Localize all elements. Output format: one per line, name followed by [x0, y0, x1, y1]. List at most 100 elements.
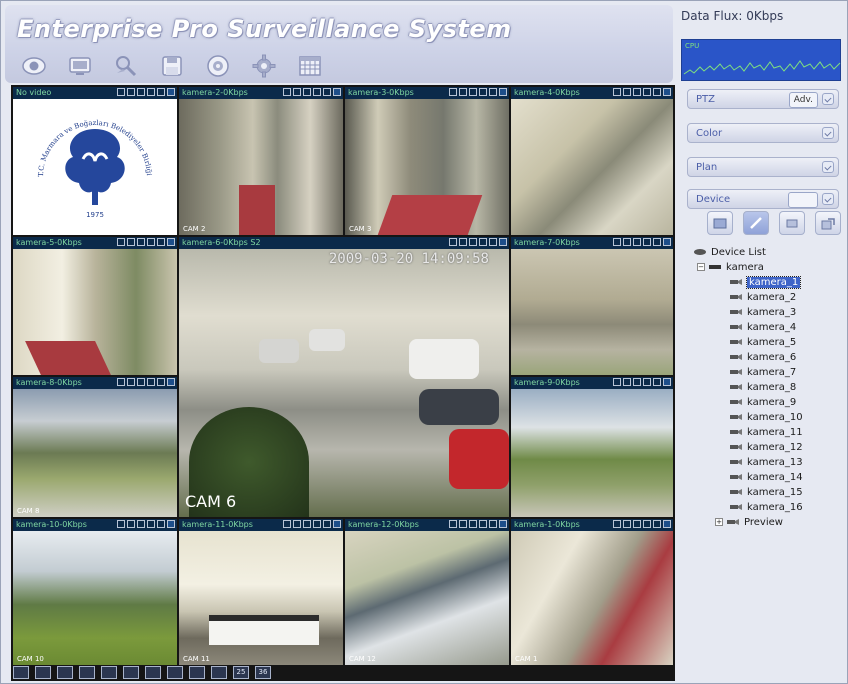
camera-icon	[730, 279, 742, 285]
layout-6-button[interactable]	[101, 666, 117, 679]
cell-title: kamera-2-0Kbps	[182, 88, 248, 97]
tree-item-camera[interactable]: kamera_1	[693, 275, 841, 290]
layout-10-button[interactable]	[167, 666, 183, 679]
search-icon[interactable]	[788, 192, 818, 208]
camera-icon	[727, 519, 739, 525]
record-button[interactable]	[203, 51, 233, 81]
cell-title: No video	[16, 88, 52, 97]
device-list-button[interactable]	[779, 211, 805, 235]
layout-9-button[interactable]	[145, 666, 161, 679]
tree-item-camera[interactable]: kamera_16	[693, 500, 841, 515]
live-view-button[interactable]	[19, 51, 49, 81]
tree-preview[interactable]: + Preview	[693, 515, 841, 530]
tree-item-camera[interactable]: kamera_12	[693, 440, 841, 455]
tree-item-camera[interactable]: kamera_15	[693, 485, 841, 500]
tree-item-camera[interactable]: kamera_6	[693, 350, 841, 365]
cell-title: kamera-4-0Kbps	[514, 88, 580, 97]
layout-25-button[interactable]: 25	[233, 666, 249, 679]
video-cell-4[interactable]: kamera-4-0Kbps	[511, 87, 673, 235]
video-cell-5[interactable]: kamera-5-0Kbps	[13, 237, 177, 375]
fit-button[interactable]	[35, 666, 51, 679]
camera-label: kamera_15	[747, 487, 803, 498]
chevron-up-icon[interactable]	[822, 193, 834, 205]
collapse-icon[interactable]: −	[697, 263, 705, 271]
tree-item-camera[interactable]: kamera_9	[693, 395, 841, 410]
camera-feed	[179, 531, 343, 665]
adv-button[interactable]: Adv.	[788, 92, 818, 108]
camera-feed	[13, 249, 177, 375]
close-icon[interactable]	[167, 520, 175, 528]
video-cell-2[interactable]: kamera-2-0Kbps CAM 2	[179, 87, 343, 235]
plan-panel[interactable]: Plan	[687, 157, 839, 177]
tree-item-camera[interactable]: kamera_4	[693, 320, 841, 335]
add-device-button[interactable]	[707, 211, 733, 235]
tree-item-camera[interactable]: kamera_2	[693, 290, 841, 305]
cell-title: kamera-6-0Kbps S2	[182, 238, 261, 247]
video-cell-8[interactable]: kamera-8-0Kbps CAM 8	[13, 377, 177, 517]
video-cell-9[interactable]: kamera-9-0Kbps	[511, 377, 673, 517]
video-cell-1[interactable]: No video T.C. Marmara ve Boğazları Beled…	[13, 87, 177, 235]
chevron-down-icon[interactable]	[822, 161, 834, 173]
close-icon[interactable]	[499, 238, 507, 246]
tree-item-camera[interactable]: kamera_13	[693, 455, 841, 470]
layout-16-button[interactable]	[211, 666, 227, 679]
camera-label: kamera_11	[747, 427, 803, 438]
video-cell-11[interactable]: kamera-11-0Kbps CAM 11	[179, 519, 343, 665]
tree-item-camera[interactable]: kamera_8	[693, 380, 841, 395]
device-panel[interactable]: Device	[687, 189, 839, 209]
cell-title: kamera-11-0Kbps	[182, 520, 253, 529]
close-icon[interactable]	[167, 238, 175, 246]
close-icon[interactable]	[333, 88, 341, 96]
config-device-button[interactable]	[743, 211, 769, 235]
layout-1-button[interactable]	[57, 666, 73, 679]
close-icon[interactable]	[167, 378, 175, 386]
cam-label: CAM 11	[183, 655, 210, 663]
tree-group[interactable]: − kamera	[693, 260, 841, 275]
layout-13-button[interactable]	[189, 666, 205, 679]
video-cell-13[interactable]: kamera-1-0Kbps CAM 1	[511, 519, 673, 665]
close-icon[interactable]	[167, 88, 175, 96]
tree-root[interactable]: Device List	[693, 245, 841, 260]
tree-item-camera[interactable]: kamera_10	[693, 410, 841, 425]
chevron-down-icon[interactable]	[822, 127, 834, 139]
tree-item-camera[interactable]: kamera_5	[693, 335, 841, 350]
tree-item-camera[interactable]: kamera_3	[693, 305, 841, 320]
save-button[interactable]	[157, 51, 187, 81]
expand-icon[interactable]: +	[715, 518, 723, 526]
tree-item-camera[interactable]: kamera_7	[693, 365, 841, 380]
tree-item-camera[interactable]: kamera_14	[693, 470, 841, 485]
video-cell-6[interactable]: kamera-6-0Kbps S2 2009-03-20 14:09:58 CA…	[179, 237, 509, 517]
playback-button[interactable]	[65, 51, 95, 81]
export-button[interactable]	[815, 211, 841, 235]
close-icon[interactable]	[663, 238, 671, 246]
cell-title: kamera-8-0Kbps	[16, 378, 82, 387]
video-cell-12[interactable]: kamera-12-0Kbps CAM 12	[345, 519, 509, 665]
close-icon[interactable]	[499, 88, 507, 96]
settings-button[interactable]	[249, 51, 279, 81]
camera-label: kamera_12	[747, 442, 803, 453]
tree-item-camera[interactable]: kamera_11	[693, 425, 841, 440]
video-cell-10[interactable]: kamera-10-0Kbps CAM 10	[13, 519, 177, 665]
camera-label: kamera_2	[747, 292, 797, 303]
close-icon[interactable]	[499, 520, 507, 528]
close-icon[interactable]	[333, 520, 341, 528]
layout-36-button[interactable]: 36	[255, 666, 271, 679]
cpu-graph: CPU	[681, 39, 841, 81]
video-cell-7[interactable]: kamera-7-0Kbps	[511, 237, 673, 375]
layout-4-button[interactable]	[79, 666, 95, 679]
chevron-down-icon[interactable]	[822, 93, 834, 105]
close-icon[interactable]	[663, 88, 671, 96]
cell-header: kamera-2-0Kbps	[179, 87, 343, 99]
video-cell-3[interactable]: kamera-3-0Kbps CAM 3	[345, 87, 509, 235]
schedule-button[interactable]	[295, 51, 325, 81]
camera-label: kamera_10	[747, 412, 803, 423]
color-panel[interactable]: Color	[687, 123, 839, 143]
tools-button[interactable]	[111, 51, 141, 81]
close-icon[interactable]	[663, 520, 671, 528]
camera-feed	[511, 99, 673, 235]
layout-8-button[interactable]	[123, 666, 139, 679]
fullscreen-button[interactable]	[13, 666, 29, 679]
ptz-panel[interactable]: PTZ Adv.	[687, 89, 839, 109]
close-icon[interactable]	[663, 378, 671, 386]
cell-title: kamera-3-0Kbps	[348, 88, 414, 97]
